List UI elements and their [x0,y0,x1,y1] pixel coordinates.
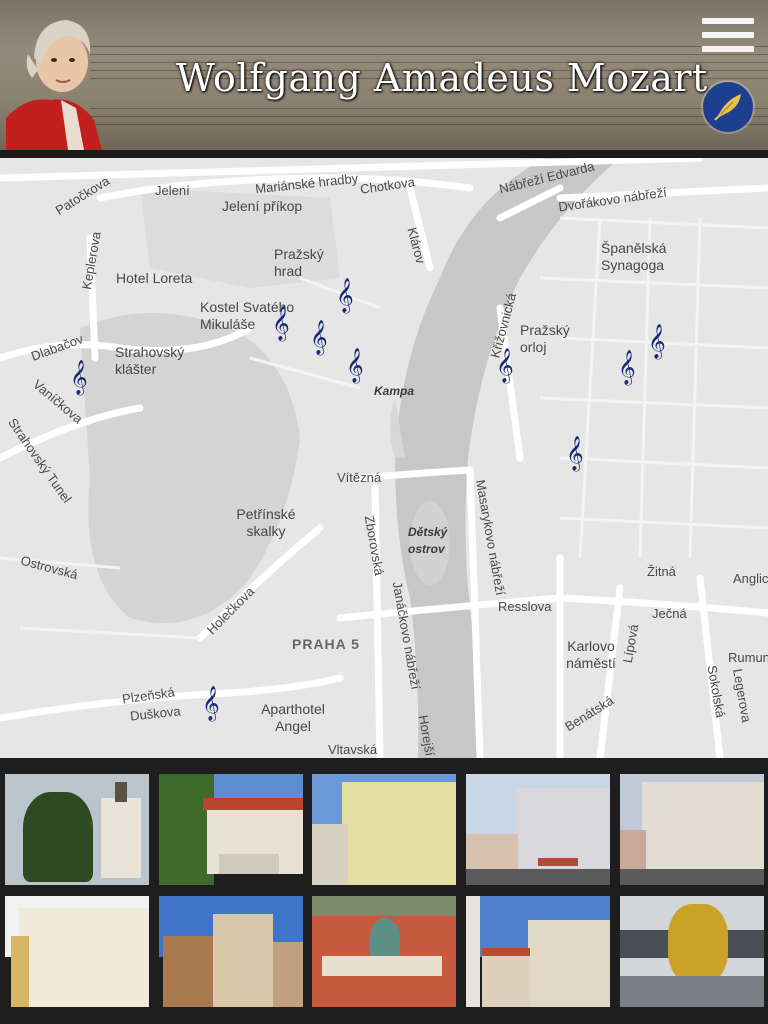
treble-clef-icon[interactable]: 𝄞 [648,322,666,362]
marker-glyph: 𝄞 [346,348,364,383]
gallery-photo-1[interactable] [5,774,149,885]
place-label: Kampa [374,384,415,398]
gallery-photo-8[interactable] [312,896,456,1007]
quill-feather-icon[interactable] [703,82,753,132]
street-label: Žitná [647,564,676,579]
gallery-photo-4[interactable] [466,774,610,885]
gallery-photo-10[interactable] [620,896,764,1007]
marker-glyph: 𝄞 [70,360,88,395]
page-title: Wolfgang Amadeus Mozart [176,56,708,100]
gallery-photo-2[interactable] [159,774,303,885]
marker-glyph: 𝄞 [272,306,290,341]
place-label: Jelení příkop [222,198,303,214]
place-label: Strahovský klášter [115,344,185,377]
marker-glyph: 𝄞 [618,350,636,385]
gallery-photo-9[interactable] [466,896,610,1007]
marker-glyph: 𝄞 [566,436,584,471]
marker-glyph: 𝄞 [336,278,354,313]
treble-clef-icon[interactable]: 𝄞 [346,346,364,386]
street-label: Rumunská [728,650,768,665]
place-label: Kostel Svatého Mikuláše [200,299,295,332]
gallery-photo-5[interactable] [620,774,764,885]
gallery-photo-7[interactable] [159,896,303,1007]
treble-clef-icon[interactable]: 𝄞 [272,304,290,344]
place-label: Španělská Synagoga [601,240,667,273]
map-view[interactable]: Patočkova Jelení Mariánské hradby Chotko… [0,158,768,758]
street-label: Ječná [652,606,687,621]
quill-glyph [714,94,741,121]
marker-glyph: 𝄞 [202,686,220,721]
place-label: Karlovo náměstí [566,638,616,671]
treble-clef-icon[interactable]: 𝄞 [310,318,328,358]
marker-glyph: 𝄞 [496,348,514,383]
marker-glyph: 𝄞 [310,320,328,355]
treble-clef-icon[interactable]: 𝄞 [618,348,636,388]
hamburger-menu-icon[interactable] [702,18,754,54]
place-label: Dětský ostrov [408,525,448,556]
gallery-photo-3[interactable] [312,774,456,885]
treble-clef-icon[interactable]: 𝄞 [202,684,220,724]
street-label: Jelení [155,183,190,198]
header-divider [0,150,768,158]
marker-glyph: 𝄞 [648,324,666,359]
app-header: Wolfgang Amadeus Mozart [0,0,768,150]
place-label: Pražský hrad [274,246,324,279]
street-label: Vítězná [337,470,382,485]
treble-clef-icon[interactable]: 𝄞 [496,346,514,386]
treble-clef-icon[interactable]: 𝄞 [336,276,354,316]
street-label: Resslova [498,599,552,614]
place-label: Hotel Loreta [116,270,193,286]
photo-gallery [0,758,768,1024]
place-label: Petřínské skalky [236,506,296,539]
place-label: Pražský orloj [520,322,570,355]
place-label: Aparthotel Angel [261,701,325,734]
place-label: PRAHA 5 [292,636,360,652]
treble-clef-icon[interactable]: 𝄞 [70,358,88,398]
street-label: Vltavská [328,742,378,757]
street-label: Anglická [733,571,768,586]
mozart-portrait [6,20,102,150]
treble-clef-icon[interactable]: 𝄞 [566,434,584,474]
gallery-photo-6[interactable] [5,896,149,1007]
